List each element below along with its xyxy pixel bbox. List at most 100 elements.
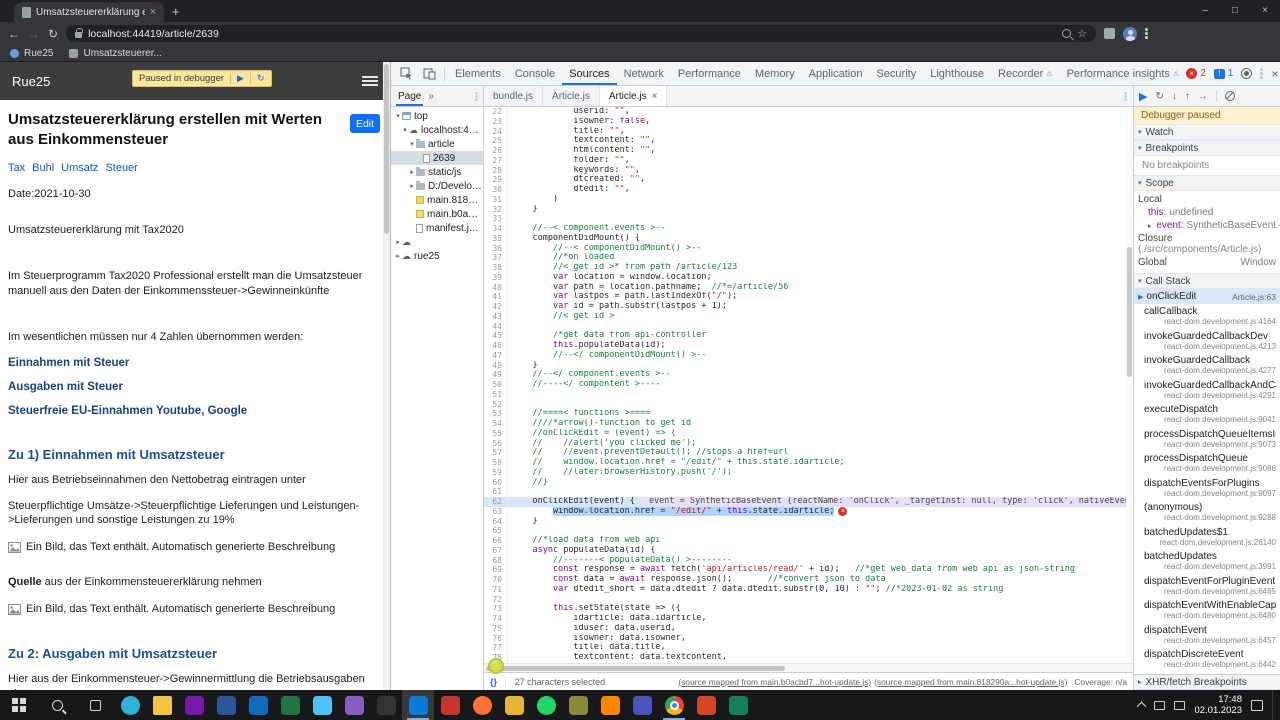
callstack-frame[interactable]: invokeGuardedCallbackAndCa... react-dom.d… (1134, 378, 1280, 403)
code-line[interactable]: 41 var lastpos = path.lastIndexOf("/"); (484, 292, 1133, 302)
resume-button[interactable]: ▶ (1139, 90, 1147, 103)
line-number[interactable]: 32 (484, 204, 508, 215)
code-line[interactable]: 59 // //later:browserHistory.push('/'); (484, 467, 1133, 478)
url-field[interactable]: localhost:44419/article/2639 ☆ (66, 25, 1097, 42)
editor-horizontal-scrollbar[interactable] (484, 663, 1133, 672)
file-tree-item[interactable]: ▸ ☁ (391, 235, 483, 249)
forward-button[interactable]: → (28, 27, 40, 41)
code-line[interactable]: 49 //--</ component.events >-- (484, 370, 1133, 380)
error-count[interactable]: 2 (1200, 68, 1206, 79)
line-number[interactable]: 71 (484, 584, 508, 595)
bookmark-item[interactable]: Rue25 (10, 48, 53, 59)
source-map-link[interactable]: (source mapped from main.818290a...hot-u… (874, 677, 1067, 687)
navigator-menu-icon[interactable] (475, 91, 478, 101)
console-errors-icon[interactable]: × (1186, 68, 1198, 79)
file-tree-item[interactable]: ▾ article (391, 137, 483, 151)
line-number[interactable]: 26 (484, 146, 508, 156)
bookmark-item[interactable]: Umsatzsteuerer... (69, 48, 162, 59)
code-line[interactable]: 46 this.populateData(id); (484, 341, 1133, 351)
line-number[interactable]: 50 (484, 380, 508, 390)
line-number[interactable]: 65 (484, 526, 508, 536)
line-number[interactable]: 63 (484, 506, 508, 517)
file-tree-item[interactable]: ▸ static/js (391, 165, 483, 179)
taskbar-sharex-icon[interactable] (722, 690, 754, 720)
notifications-icon[interactable] (1251, 699, 1263, 711)
code-line[interactable]: 30 dtedit: "", (484, 185, 1133, 195)
callstack-frame[interactable]: dispatchEventsForPlugins react-dom.develo… (1134, 476, 1280, 501)
tag-link[interactable]: Umsatz (61, 162, 98, 174)
file-tree-item[interactable]: ▾ ☁ localhost:4441 (391, 123, 483, 137)
taskbar-file-explorer-icon[interactable] (146, 690, 178, 720)
callstack-frame[interactable]: ▶ onClickEdit Article.js:63 (1134, 289, 1280, 304)
code-line[interactable]: 29 dtcreated: "", (484, 175, 1133, 185)
taskbar-excel-icon[interactable] (274, 690, 306, 720)
code-line[interactable]: 61 (484, 487, 1133, 497)
taskbar-edge-icon[interactable] (114, 690, 146, 720)
device-toolbar-icon[interactable] (423, 68, 436, 80)
back-button[interactable]: ← (8, 27, 20, 41)
editor-tab[interactable]: Article.js (543, 86, 600, 106)
line-number[interactable]: 52 (484, 399, 508, 410)
taskbar-onenote-icon[interactable] (178, 690, 210, 720)
line-number[interactable]: 77 (484, 643, 508, 653)
code-line[interactable]: 68 //-------< populateData() >-------- (484, 555, 1133, 566)
code-line[interactable]: 45 /*get data from api-controller (484, 331, 1133, 341)
show-desktop-button[interactable] (1272, 690, 1277, 720)
line-number[interactable]: 31 (484, 194, 508, 205)
line-number[interactable]: 47 (484, 350, 508, 361)
code-line[interactable]: 43 //< get id > (484, 311, 1133, 322)
callstack-frame[interactable]: processDispatchQueueItemsIn... react-dom.… (1134, 427, 1280, 452)
line-number[interactable]: 33 (484, 214, 508, 224)
code-line[interactable]: 57 // //event.preventDefault(); //stops … (484, 448, 1133, 458)
code-line[interactable]: 22 userid: "", (484, 107, 1133, 117)
devtools-tab-lighthouse[interactable]: Lighthouse (923, 62, 991, 85)
code-line[interactable]: 39 var location = window.location; (484, 272, 1133, 283)
code-line[interactable]: 23 isowner: false, (484, 116, 1133, 127)
volume-icon[interactable] (1174, 700, 1186, 710)
devtools-tab-performance[interactable]: Performance (671, 62, 748, 85)
scope-this[interactable]: this: undefined (1134, 206, 1280, 219)
code-line[interactable]: 63 window.location.href = "/edit/" + thi… (484, 506, 1133, 517)
devtools-tab-elements[interactable]: Elements (448, 62, 508, 85)
issue-count[interactable]: 1 (1228, 68, 1234, 79)
line-number[interactable]: 45 (484, 331, 508, 341)
profile-avatar[interactable] (1123, 26, 1138, 41)
code-line[interactable]: 56 // //alert('you clicked me'); (484, 438, 1133, 449)
line-number[interactable]: 43 (484, 311, 508, 322)
line-number[interactable]: 36 (484, 243, 508, 254)
code-line[interactable]: 60 //} (484, 477, 1133, 488)
callstack-frame[interactable]: dispatchEventWithEnableCapt... react-dom.… (1134, 598, 1280, 623)
line-number[interactable]: 37 (484, 253, 508, 263)
taskbar-clock[interactable]: 17:48 02.01.2023 (1194, 694, 1242, 716)
code-line[interactable]: 51 (484, 389, 1133, 400)
code-line[interactable]: 32 } (484, 204, 1133, 215)
line-number[interactable]: 30 (484, 185, 508, 195)
step-over-button[interactable]: ↻ (1155, 91, 1163, 102)
scope-section-header[interactable]: ▾ Scope (1134, 175, 1280, 191)
line-number[interactable]: 67 (484, 545, 508, 556)
code-line[interactable]: 55 //onClickEdit = (event) => { (484, 428, 1133, 439)
taskbar-mail-icon[interactable] (242, 690, 274, 720)
line-number[interactable]: 25 (484, 136, 508, 146)
scope-event[interactable]: ▸ event: SyntheticBaseEvent { (1134, 219, 1280, 232)
hamburger-menu-icon[interactable] (362, 76, 378, 86)
line-number[interactable]: 64 (484, 516, 508, 527)
line-number[interactable]: 66 (484, 536, 508, 546)
code-line[interactable]: 53 //====< functions >==== (484, 409, 1133, 419)
line-number[interactable]: 76 (484, 633, 508, 644)
scope-closure[interactable]: Closure (./src/components/Article.js) (1134, 232, 1280, 256)
code-line[interactable]: 72 (484, 594, 1133, 605)
file-tree-item[interactable]: 2639 (391, 151, 483, 165)
line-number[interactable]: 49 (484, 370, 508, 380)
devtools-tab-recorder[interactable]: Recorder ⚠ (991, 62, 1060, 85)
callstack-frame[interactable]: invokeGuardedCallbackDev react-dom.develo… (1134, 329, 1280, 354)
line-number[interactable]: 54 (484, 419, 508, 429)
taskbar-photos-icon[interactable] (306, 690, 338, 720)
line-number[interactable]: 55 (484, 428, 508, 439)
devtools-tab-application[interactable]: Application (802, 62, 870, 85)
deactivate-breakpoints-button[interactable] (1224, 91, 1235, 101)
taskbar-powerpoint-icon[interactable] (690, 690, 722, 720)
line-number[interactable]: 38 (484, 263, 508, 273)
callstack-frame[interactable]: executeDispatch react-dom.development.js:… (1134, 402, 1280, 427)
taskbar-keepass-icon[interactable] (434, 690, 466, 720)
